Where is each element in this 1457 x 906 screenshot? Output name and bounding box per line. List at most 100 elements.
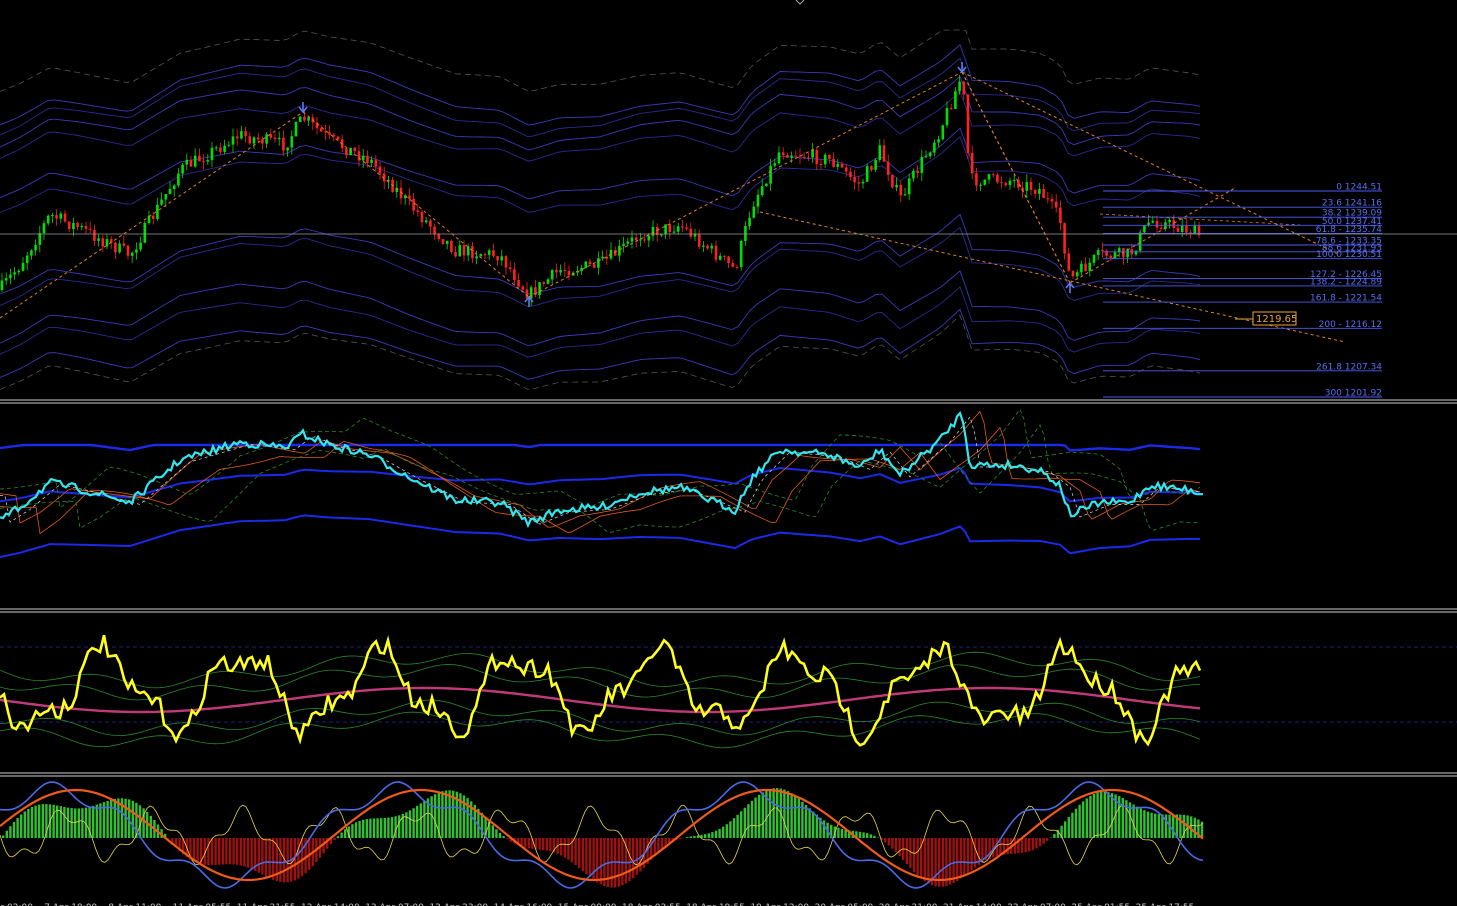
histogram-bar [761,792,764,838]
histogram-bar [1125,800,1128,838]
histogram-bar [387,817,390,838]
histogram-bar [1074,808,1078,838]
candle-body [164,194,168,200]
candle-body [643,239,646,241]
candle-body [345,148,348,156]
candle-body [475,256,478,259]
candle-body [370,159,373,163]
candle-body [882,145,886,162]
candle-body [72,223,75,230]
histogram-bar [390,817,394,838]
chart-canvas[interactable]: 0 1244.5123.6 1241.1638.2 1239.0950.0 12… [0,0,1457,906]
candle-body [1050,198,1054,202]
candle-body [1096,250,1100,255]
candle-body [139,242,142,250]
candle-body [151,215,155,219]
candle-body [718,255,722,260]
histogram-bar [63,807,66,838]
histogram-bar [596,838,599,883]
candle-body [991,174,995,176]
candle-body [227,144,231,146]
histogram-bar [95,804,98,838]
histogram-bar [1071,812,1074,838]
histogram-bar [286,838,289,883]
candle-body [17,270,21,273]
histogram-bar [333,838,336,841]
candle-body [366,155,369,163]
candle-body [546,279,550,284]
candle-body [996,174,999,183]
histogram-bar [689,836,692,838]
candle-body [38,233,42,245]
histogram-bar [408,810,412,838]
candle-body [181,164,184,174]
histogram-bar [862,832,865,838]
histogram-bar [956,838,959,881]
candle-body [924,156,928,158]
candle-body [555,269,558,273]
candle-body [67,221,71,229]
candle-body [777,152,781,164]
candle-body [248,136,252,144]
histogram-bar [405,812,408,838]
histogram-bar [927,838,930,884]
histogram-bar [340,832,343,838]
candle-body [303,116,306,121]
histogram-bar [372,818,376,838]
histogram-bar [869,834,872,838]
histogram-bar [707,833,710,838]
candle-body [1159,227,1163,229]
candle-body [21,262,25,271]
candle-body [130,252,134,256]
histogram-bar [1146,811,1150,838]
histogram-bar [434,794,437,838]
candle-body [634,237,638,241]
candle-body [487,250,491,255]
candle-body [177,173,180,186]
candle-body [206,160,210,162]
histogram-bar [599,838,602,885]
histogram-bar [268,838,271,879]
histogram-bar [106,800,109,838]
histogram-bar [1020,838,1024,853]
candle-body [828,154,831,159]
histogram-bar [250,838,253,870]
histogram-bar [588,838,592,878]
histogram-bar [923,838,926,882]
histogram-bar [898,838,901,857]
candle-body [1008,180,1012,186]
candle-body [46,215,50,224]
candle-body [1185,225,1188,233]
histogram-bar [1067,817,1070,838]
histogram-bar [891,838,894,849]
histogram-bar [1110,793,1114,838]
histogram-bar [351,824,354,838]
histogram-bar [502,836,505,838]
fib-level-label: 138.2 - 1224.89 [1310,277,1382,287]
fib-level-label: 200 - 1216.12 [1319,320,1382,330]
histogram-bar [1053,833,1056,838]
candle-body [214,147,218,149]
candle-body [231,136,235,145]
histogram-bar [549,838,552,852]
candle-body [256,137,260,140]
candle-body [870,166,873,170]
candle-body [626,241,630,244]
histogram-bar [441,791,444,838]
candle-body [853,177,856,183]
histogram-bar [376,818,379,838]
fib-level-label: 161.8 - 1221.54 [1310,294,1382,304]
candle-body [353,147,357,152]
candle-body [336,136,340,140]
candle-body [865,166,869,182]
candle-body [706,245,709,249]
histogram-bar [1132,804,1135,838]
histogram-bar [444,790,448,838]
histogram-bar [398,815,401,838]
candle-body [273,137,277,140]
candle-body [681,226,684,228]
candle-body [202,161,205,163]
candle-body [794,155,798,157]
histogram-bar [585,838,588,875]
candle-body [916,170,919,173]
